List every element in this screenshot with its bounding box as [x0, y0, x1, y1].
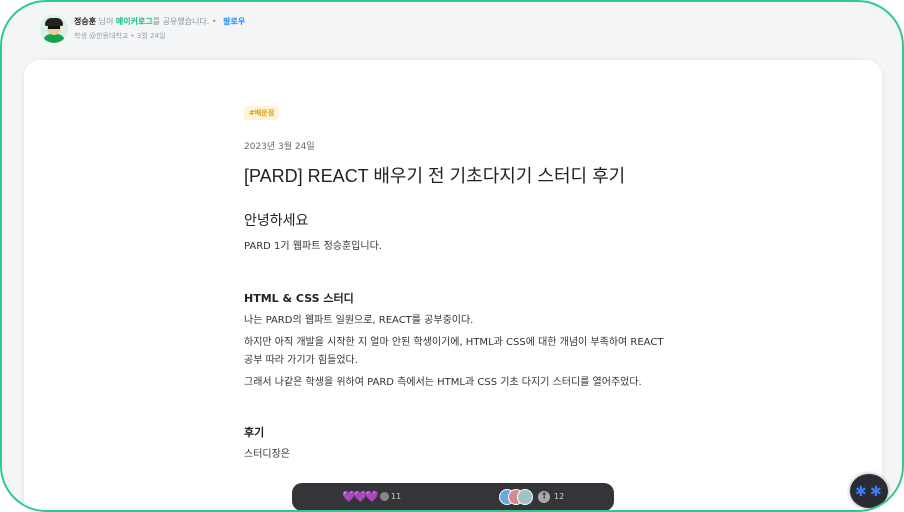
- comment-icon: [380, 492, 389, 501]
- sparkle-icon: ✱: [870, 484, 882, 500]
- avatar-hair: [45, 18, 63, 26]
- comment-count: 11: [391, 492, 402, 501]
- separator-dot: •: [130, 32, 135, 40]
- section-heading-html-css: HTML & CSS 스터디: [244, 292, 354, 305]
- upvote-icon[interactable]: ↑: [538, 491, 550, 503]
- share-line: 정승훈 님이 메이커로그를 공유했습니다. • 팔로우: [74, 16, 245, 27]
- upvote-count: 12: [554, 492, 565, 501]
- article-body: #배운점 2023년 3월 24일 [PARD] REACT 배우기 전 기초다…: [244, 100, 664, 464]
- separator-dot: •: [211, 17, 217, 26]
- paragraph: 나는 PARD의 웹파트 일원으로, REACT를 공부중이다.: [244, 315, 474, 326]
- affiliation: 학생 @한동대학교: [74, 32, 129, 40]
- article-title: [PARD] REACT 배우기 전 기초다지기 스터디 후기: [244, 166, 626, 186]
- avatar[interactable]: [40, 15, 68, 43]
- paragraph: 그래서 나같은 학생을 위하여 PARD 측에서는 HTML과 CSS 기초 다…: [244, 377, 642, 388]
- article-date: 2023년 3월 24일: [244, 142, 315, 152]
- section-heading-review: 후기: [244, 426, 265, 439]
- floating-action-button[interactable]: ✱ ✱: [850, 474, 888, 508]
- greeting-heading: 안녕하세요: [244, 213, 309, 229]
- app-frame: 정승훈 님이 메이커로그를 공유했습니다. • 팔로우 학생 @한동대학교 • …: [0, 0, 904, 512]
- avatar-glasses: [48, 26, 60, 29]
- avatar-body: [43, 34, 65, 43]
- user-meta: 학생 @한동대학교 • 3월 24일: [74, 31, 165, 41]
- paragraph: 스터디장은: [244, 449, 290, 460]
- comment-button[interactable]: 11: [380, 492, 401, 501]
- share-action: 를 공유했습니다.: [152, 17, 210, 26]
- post-date: 3월 24일: [136, 32, 166, 40]
- paragraph: 하지만 아직 개발을 시작한 지 얼마 안된 학생이기에, HTML과 CSS에…: [244, 337, 664, 366]
- share-connector: 님이: [96, 17, 116, 26]
- reactor-avatar: [517, 489, 533, 505]
- tag-badge[interactable]: #배운점: [244, 106, 280, 120]
- user-name[interactable]: 정승훈: [74, 17, 96, 26]
- heart-reaction-icons[interactable]: 💜💜💜: [342, 490, 379, 503]
- reaction-bar: 💜💜💜 11 ↑ 12: [292, 483, 614, 510]
- group-name[interactable]: 메이커로그: [116, 17, 153, 26]
- follow-button[interactable]: 팔로우: [223, 17, 245, 26]
- sparkle-icon: ✱: [855, 484, 867, 500]
- article-card: #배운점 2023년 3월 24일 [PARD] REACT 배우기 전 기초다…: [24, 60, 882, 510]
- intro-paragraph: PARD 1기 웹파트 정승훈입니다.: [244, 241, 382, 252]
